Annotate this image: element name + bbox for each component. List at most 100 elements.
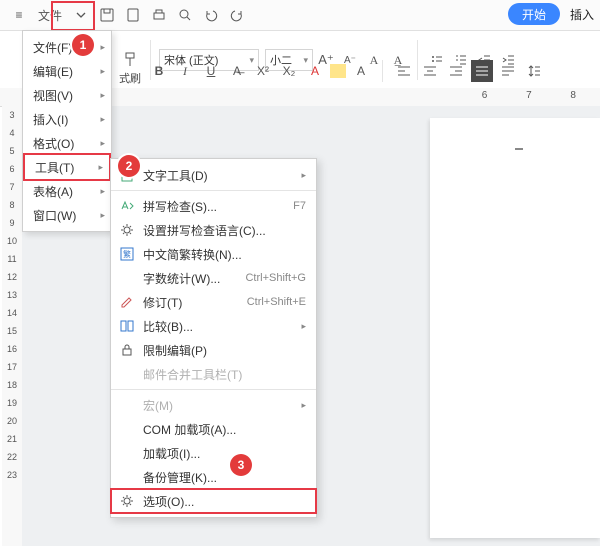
underline-button[interactable]: U [200, 60, 222, 82]
chevron-right-icon: ▸ [100, 186, 105, 197]
italic-button[interactable]: I [174, 60, 196, 82]
chevron-right-icon: ▸ [100, 114, 105, 125]
chevron-right-icon: ▸ [100, 90, 105, 101]
highlight-color-button[interactable] [330, 64, 346, 78]
strike-button[interactable]: A̶ [226, 60, 248, 82]
chevron-right-icon: ▸ [301, 321, 306, 332]
ribbon-tab-insert[interactable]: 插入 [570, 6, 594, 23]
submenu-item-label: 设置拼写检查语言(C)... [143, 222, 306, 239]
menu-item[interactable]: 文件(F) ▸ [23, 35, 111, 59]
step-badge-1: 1 [72, 34, 94, 56]
submenu-item-label: 字数统计(W)... [143, 270, 245, 287]
bold-button[interactable]: B [148, 60, 170, 82]
font-color-button[interactable]: A [304, 60, 326, 82]
redo-icon[interactable] [226, 4, 248, 26]
start-button[interactable]: 开始 [508, 3, 560, 25]
menu-item[interactable]: 视图(V) ▸ [23, 83, 111, 107]
ruler-tick: 8 [2, 196, 22, 214]
submenu-item[interactable]: 拼写检查(S)...F7 [111, 194, 316, 218]
submenu-item-label: 备份管理(K)... [143, 469, 306, 486]
submenu-item[interactable]: 比较(B)...▸ [111, 314, 316, 338]
chevron-right-icon: ▸ [98, 162, 103, 173]
menu-item[interactable]: 编辑(E) ▸ [23, 59, 111, 83]
submenu-item[interactable]: 加载项(I)... [111, 441, 316, 465]
menu-item-label: 窗口(W) [33, 207, 76, 224]
submenu-item[interactable]: 备份管理(K)... [111, 465, 316, 489]
ruler-tick: 12 [2, 268, 22, 286]
submenu-item[interactable]: 字数统计(W)...Ctrl+Shift+G [111, 266, 316, 290]
shortcut-label: Ctrl+Shift+E [247, 296, 306, 308]
file-menu-label[interactable]: 文件 [34, 4, 66, 26]
subscript-button[interactable]: X₂ [278, 60, 300, 82]
submenu-item[interactable]: 修订(T)Ctrl+Shift+E [111, 290, 316, 314]
menu-item[interactable]: 格式(O)▸ [23, 131, 111, 155]
format-painter-label: 式刷 [119, 70, 141, 86]
submenu-item[interactable]: 设置拼写检查语言(C)... [111, 218, 316, 242]
cn-icon: 繁 [119, 246, 135, 262]
clear-color-button[interactable]: A [350, 60, 372, 82]
gear-icon [119, 493, 135, 509]
blank-icon [119, 270, 135, 286]
submenu-item-label: 邮件合并工具栏(T) [143, 366, 306, 383]
submenu-item[interactable]: 限制编辑(P) [111, 338, 316, 362]
superscript-button[interactable]: X² [252, 60, 274, 82]
align-justify-icon[interactable] [471, 60, 493, 82]
menu-item[interactable]: 工具(T) ▸ [23, 153, 111, 181]
submenu-item[interactable]: COM 加载项(A)... [111, 417, 316, 441]
menu-item[interactable]: 插入(I) ▸ [23, 107, 111, 131]
menu-item-label: 工具(T) [35, 159, 74, 176]
submenu-item: 邮件合并工具栏(T) [111, 362, 316, 386]
chevron-right-icon: ▸ [100, 210, 105, 221]
print-icon[interactable] [148, 4, 170, 26]
separator [382, 60, 383, 82]
new-doc-icon[interactable] [122, 4, 144, 26]
submenu-item[interactable]: 文字工具(D)▸ [111, 163, 316, 187]
menu-item-label: 插入(I) [33, 111, 68, 128]
ruler-numbers: 6 7 8 [482, 90, 594, 101]
step-badge-3: 3 [230, 454, 252, 476]
submenu-item[interactable]: 选项(O)... [111, 489, 316, 513]
gear-icon [119, 222, 135, 238]
ruler-tick: 9 [2, 214, 22, 232]
align-distribute-icon[interactable] [497, 60, 519, 82]
format-painter-icon[interactable] [120, 49, 142, 71]
preview-icon[interactable] [174, 4, 196, 26]
blank-icon [119, 469, 135, 485]
ruler-tick: 10 [2, 232, 22, 250]
menu-item[interactable]: 表格(A)▸ [23, 179, 111, 203]
ruler-tick: 13 [2, 286, 22, 304]
hamburger-icon[interactable]: ≡ [8, 4, 30, 26]
menu-item[interactable]: 窗口(W) ▸ [23, 203, 111, 227]
submenu-item-label: 加载项(I)... [143, 445, 306, 462]
ruler-tick: 3 [2, 106, 22, 124]
chevron-right-icon: ▸ [100, 42, 105, 53]
abc-icon [119, 198, 135, 214]
ruler-tick: 7 [2, 178, 22, 196]
ruler-tick: 6 [2, 160, 22, 178]
pen-icon [119, 294, 135, 310]
shortcut-label: F7 [293, 200, 306, 212]
undo-icon[interactable] [200, 4, 222, 26]
align-right-icon[interactable] [445, 60, 467, 82]
shortcut-label: Ctrl+Shift+G [245, 272, 306, 284]
chevron-right-icon: ▸ [100, 66, 105, 77]
ruler-tick: 22 [2, 448, 22, 466]
save-icon[interactable] [96, 4, 118, 26]
menu-item-label: 文件(F) [33, 39, 72, 56]
submenu-item-label: 中文简繁转换(N)... [143, 246, 306, 263]
ruler-tick: 15 [2, 322, 22, 340]
line-spacing-icon[interactable] [523, 60, 545, 82]
menu-item-label: 视图(V) [33, 87, 73, 104]
tools-submenu: 文字工具(D)▸ 拼写检查(S)...F7 设置拼写检查语言(C)... 繁中文简繁转… [110, 158, 317, 518]
file-menu-chevron-icon[interactable] [70, 4, 92, 26]
align-left-icon[interactable] [393, 60, 415, 82]
ruler-tick: 23 [2, 466, 22, 484]
menu-item-label: 编辑(E) [33, 63, 73, 80]
submenu-item[interactable]: 繁中文简繁转换(N)... [111, 242, 316, 266]
align-center-icon[interactable] [419, 60, 441, 82]
ruler-tick: 16 [2, 340, 22, 358]
ruler-tick: 17 [2, 358, 22, 376]
ruler-tick: 20 [2, 412, 22, 430]
lock-icon [119, 342, 135, 358]
ruler-tick: 19 [2, 394, 22, 412]
